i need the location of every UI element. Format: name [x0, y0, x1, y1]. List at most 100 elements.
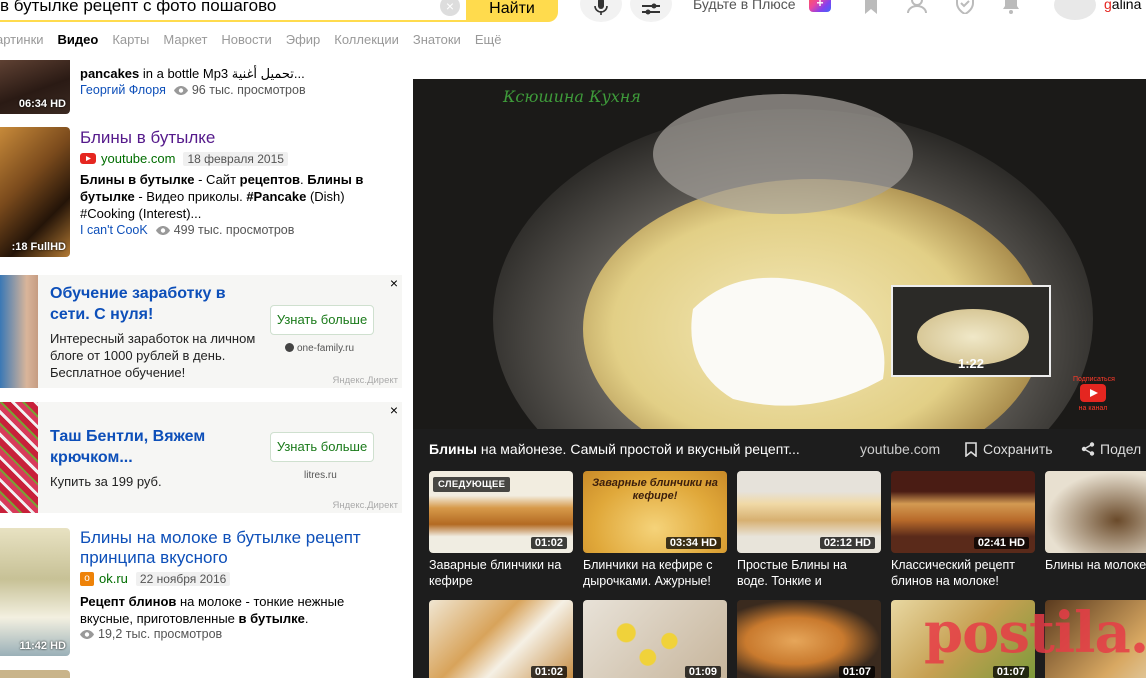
- ad-label: Яндекс.Директ: [332, 375, 398, 386]
- ad-site[interactable]: litres.ru: [304, 470, 337, 481]
- voice-search-button[interactable]: [580, 0, 622, 22]
- learn-more-button[interactable]: Узнать больше: [270, 432, 374, 462]
- ad-title-link[interactable]: Таш Бентли, Вяжем крючком...: [50, 426, 250, 468]
- related-thumbnail[interactable]: 02:12 HD: [737, 471, 881, 553]
- username[interactable]: galina: [1104, 0, 1141, 12]
- video-source-line: youtube.com 18 февраля 2015: [80, 151, 288, 166]
- video-source-link[interactable]: youtube.com: [860, 441, 940, 457]
- bookmark-icon[interactable]: [860, 0, 882, 14]
- eye-icon: [80, 629, 94, 639]
- related-thumbnail[interactable]: 01:09: [583, 600, 727, 678]
- video-preview-thumbnail[interactable]: 1:22: [891, 285, 1051, 377]
- share-icon: [1081, 442, 1095, 456]
- related-video-card[interactable]: 01:09: [583, 600, 727, 678]
- avatar[interactable]: [1054, 0, 1096, 20]
- tab-news[interactable]: Новости: [221, 32, 271, 52]
- tab-efir[interactable]: Эфир: [286, 32, 321, 52]
- subscribe-overlay[interactable]: Подписаться на канал: [1073, 376, 1115, 413]
- video-duration: 02:12 HD: [819, 537, 875, 549]
- related-video-card[interactable]: 02:12 HD Простые Блины на воде. Тонкие и: [737, 471, 881, 588]
- related-video-card[interactable]: СЛЕДУЮЩЕЕ 01:02 Заварные блинчики на кеф…: [429, 471, 573, 588]
- related-video-card[interactable]: 01:02: [429, 600, 573, 678]
- video-duration: :18 FullHD: [11, 241, 66, 253]
- related-video-card[interactable]: 01:07: [737, 600, 881, 678]
- video-thumbnail[interactable]: :18 FullHD: [0, 127, 70, 257]
- eye-icon: [155, 225, 170, 235]
- tab-maps[interactable]: Карты: [112, 32, 149, 52]
- profile-icon[interactable]: [906, 0, 928, 14]
- ad-site[interactable]: one-family.ru: [285, 343, 354, 354]
- related-caption: Заварные блинчики на кефире: [429, 558, 562, 588]
- video-thumbnail[interactable]: 06:34 HD: [0, 60, 70, 114]
- eye-icon: [173, 85, 188, 95]
- related-thumbnail[interactable]: СЛЕДУЮЩЕЕ 01:02: [429, 471, 573, 553]
- tab-images[interactable]: артинки: [0, 32, 44, 52]
- video-snippet: pancakes in a bottle Mp3 تحميل أغنية...: [80, 66, 305, 81]
- related-video-card[interactable]: 02:41 HD Классический рецепт блинов на м…: [891, 471, 1035, 588]
- source-link[interactable]: youtube.com: [101, 151, 175, 166]
- related-thumbnail[interactable]: [1045, 471, 1146, 553]
- video-snippet: Блины в бутылке - Сайт рецептов. Блины в…: [80, 172, 364, 221]
- video-duration: 01:02: [530, 666, 567, 678]
- save-label: Сохранить: [983, 441, 1053, 457]
- tab-more[interactable]: Ещё: [475, 32, 502, 52]
- tab-market[interactable]: Маркет: [163, 32, 207, 52]
- share-button[interactable]: Подел: [1081, 441, 1141, 457]
- source-link[interactable]: ok.ru: [99, 571, 128, 586]
- video-title[interactable]: Блины на майонезе. Самый простой и вкусн…: [429, 441, 800, 457]
- related-video-card[interactable]: Блины на молоке: [1045, 471, 1146, 572]
- channel-watermark: Ксюшина Кухня: [503, 87, 641, 106]
- video-author-line: 19,2 тыс. просмотров: [80, 627, 222, 641]
- ad-text: Купить за 199 руб.: [50, 474, 162, 489]
- youtube-icon: [80, 153, 96, 164]
- ad-image[interactable]: [0, 402, 38, 513]
- search-input[interactable]: в бутылке рецепт с фото пошагово: [0, 0, 276, 16]
- related-caption: Простые Блины на воде. Тонкие и: [737, 558, 847, 588]
- video-duration: 02:41 HD: [973, 537, 1029, 549]
- related-thumbnail[interactable]: 01:07: [737, 600, 881, 678]
- tab-collections[interactable]: Коллекции: [334, 32, 399, 52]
- share-label: Подел: [1100, 441, 1142, 457]
- video-thumbnail[interactable]: [0, 670, 70, 678]
- save-button[interactable]: Сохранить: [965, 441, 1053, 457]
- author-link[interactable]: Георгий Флоря: [80, 83, 166, 97]
- related-video-card[interactable]: Заварные блинчики на кефире! 03:34 HD Бл…: [583, 471, 727, 588]
- video-title-link[interactable]: Блины в бутылке: [80, 128, 215, 148]
- close-ad-button[interactable]: ×: [390, 402, 398, 418]
- thumbnail-caption: Заварные блинчики на кефире!: [592, 477, 718, 502]
- publish-date: 22 ноября 2016: [135, 571, 231, 586]
- related-thumbnail[interactable]: 02:41 HD: [891, 471, 1035, 553]
- tab-video[interactable]: Видео: [58, 32, 99, 52]
- preview-time: 1:22: [957, 356, 985, 371]
- video-duration: 01:02: [530, 537, 567, 549]
- ok-icon: o: [80, 571, 94, 586]
- ad-image[interactable]: [0, 275, 38, 388]
- ad-title-link[interactable]: Обучение заработку в сети. С нуля!: [50, 283, 250, 325]
- plus-link[interactable]: Будьте в Плюсе: [693, 0, 796, 12]
- learn-more-button[interactable]: Узнать больше: [270, 305, 374, 335]
- views-count: 19,2 тыс. просмотров: [98, 627, 223, 641]
- close-ad-button[interactable]: ×: [390, 275, 398, 291]
- username-rest: alina: [1111, 0, 1142, 12]
- tab-znatoki[interactable]: Знатоки: [413, 32, 461, 52]
- video-info-bar: Блины на майонезе. Самый простой и вкусн…: [413, 429, 1146, 469]
- search-settings-button[interactable]: [630, 0, 672, 22]
- ad-text: Интересный заработок на личном блоге от …: [50, 331, 256, 380]
- related-caption: Блины на молоке: [1045, 558, 1146, 572]
- related-thumbnail[interactable]: Заварные блинчики на кефире! 03:34 HD: [583, 471, 727, 553]
- video-source-line: o ok.ru 22 ноября 2016: [80, 571, 231, 586]
- search-box[interactable]: в бутылке рецепт с фото пошагово: [0, 0, 468, 22]
- related-caption: Классический рецепт блинов на молоке!: [891, 558, 1015, 588]
- site-watermark: postila.ru: [924, 600, 1146, 666]
- author-link[interactable]: I can't CooK: [80, 223, 148, 237]
- bell-icon[interactable]: [1000, 0, 1022, 14]
- video-thumbnail[interactable]: 11:42 HD: [0, 528, 70, 656]
- related-thumbnail[interactable]: 01:02: [429, 600, 573, 678]
- shield-icon[interactable]: [954, 0, 976, 14]
- video-duration: 01:07: [992, 666, 1029, 678]
- site-favicon-icon: [285, 343, 294, 352]
- video-player[interactable]: Ксюшина Кухня 1:22 Подписаться на канал: [413, 79, 1146, 429]
- plus-badge-icon[interactable]: +: [809, 0, 831, 12]
- video-title-link[interactable]: Блины на молоке в бутылке рецепт принцип…: [80, 528, 400, 568]
- find-button[interactable]: Найти: [466, 0, 558, 22]
